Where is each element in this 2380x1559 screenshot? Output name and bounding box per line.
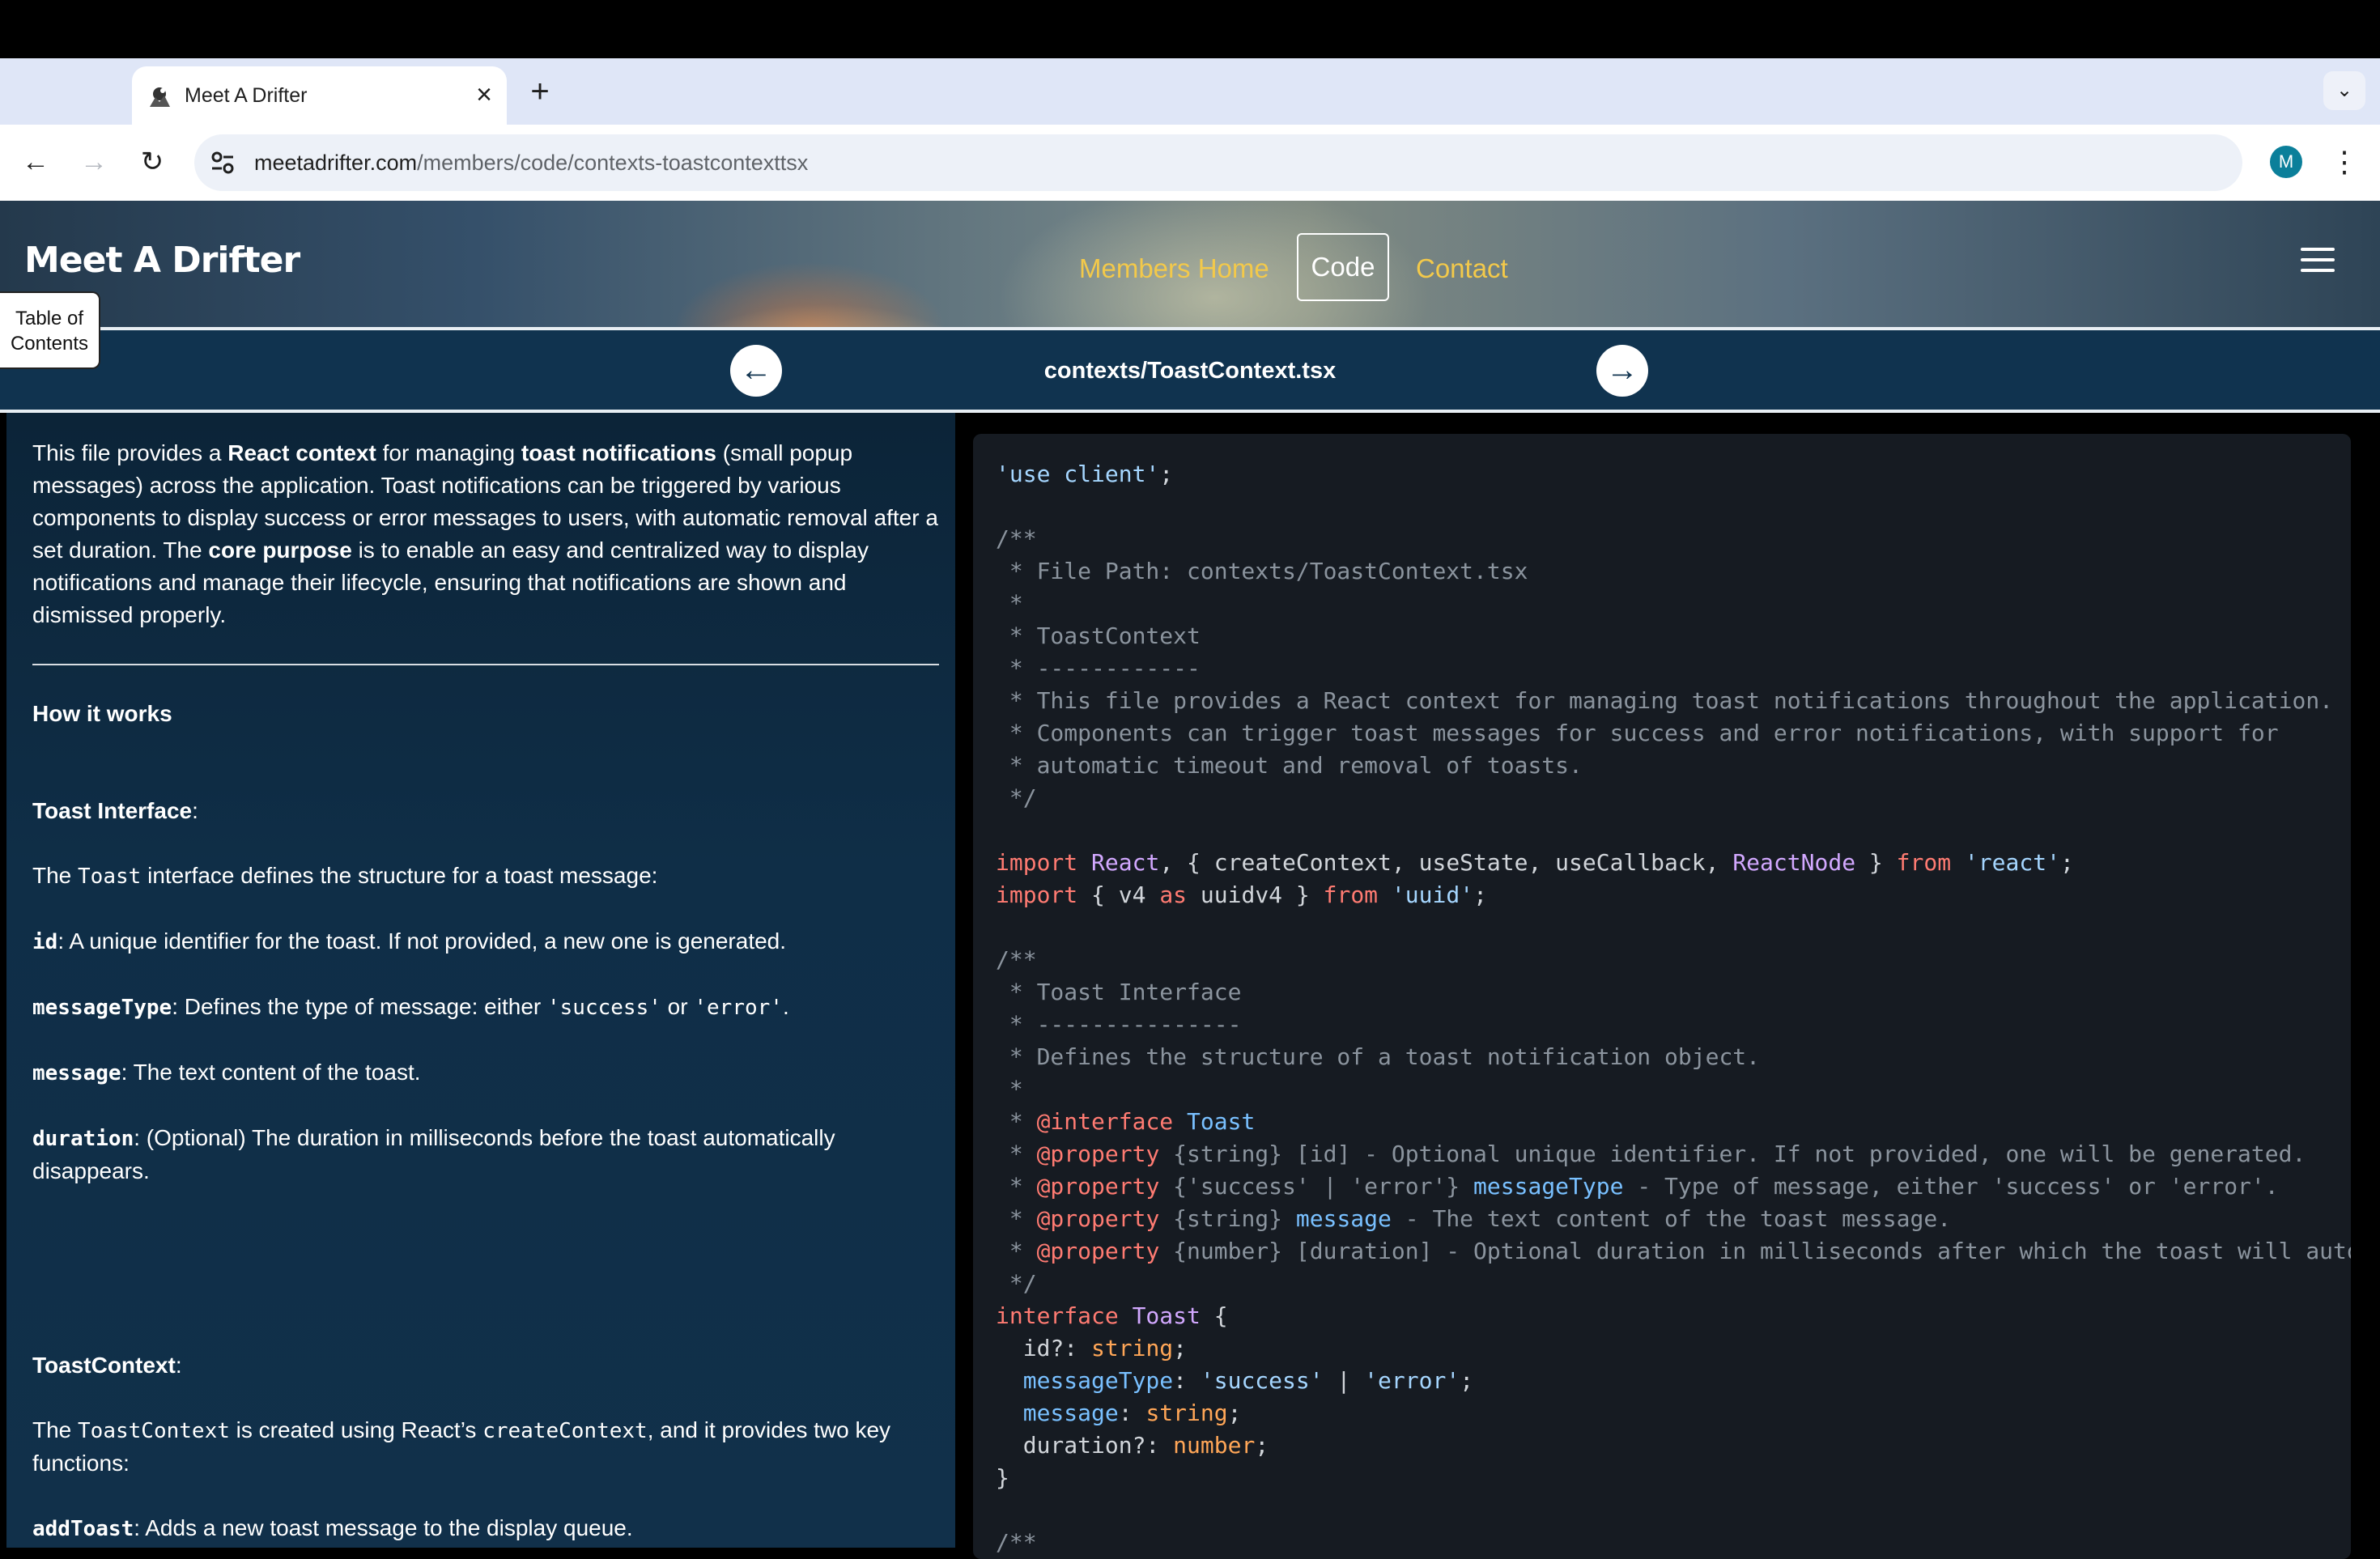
reload-icon[interactable]: ↻ <box>133 142 172 181</box>
toast-interface-desc: The Toast interface defines the structur… <box>32 863 658 889</box>
field-message: message: The text content of the toast. <box>32 1060 421 1085</box>
table-of-contents-button[interactable]: Table of Contents <box>0 291 100 369</box>
next-file-arrow-icon[interactable]: → <box>1596 345 1648 397</box>
field-duration: duration: (Optional) The duration in mil… <box>32 1125 835 1183</box>
toastcontext-desc: The ToastContext is created using React’… <box>32 1417 891 1476</box>
site-header: Meet A Drifter Members Home Code Contact <box>0 201 2380 330</box>
toast-interface-heading: Toast Interface: <box>32 798 198 823</box>
profile-avatar[interactable]: M <box>2270 146 2302 178</box>
nav-code[interactable]: Code <box>1297 233 1389 301</box>
function-addtoast: addToast: Adds a new toast message to th… <box>32 1515 633 1541</box>
tab-strip: Meet A Drifter × + ⌄ <box>0 58 2380 125</box>
field-id: id: A unique identifier for the toast. I… <box>32 928 787 954</box>
address-bar[interactable]: meetadrifter.com/members/code/contexts-t… <box>194 134 2242 191</box>
close-tab-icon[interactable]: × <box>468 79 500 111</box>
code-area: 'use client'; /** * File Path: contexts/… <box>958 413 2380 1559</box>
nav-members-home[interactable]: Members Home <box>1079 253 1269 285</box>
browser-toolbar: ← → ↻ meetadrifter.com/members/code/cont… <box>0 125 2380 202</box>
back-arrow-icon[interactable]: ← <box>16 142 55 181</box>
code-block[interactable]: 'use client'; /** * File Path: contexts/… <box>973 434 2351 1559</box>
site-logo[interactable]: Meet A Drifter <box>24 240 300 281</box>
how-it-works-heading: How it works <box>32 701 172 726</box>
site-favicon-icon <box>150 87 170 107</box>
code-content: 'use client'; /** * File Path: contexts/… <box>996 461 2351 1556</box>
field-messagetype: messageType: Defines the type of message… <box>32 994 789 1020</box>
previous-file-arrow-icon[interactable]: ← <box>730 345 782 397</box>
toastcontext-heading: ToastContext: <box>32 1353 182 1378</box>
forward-arrow-icon[interactable]: → <box>74 142 113 181</box>
section-divider <box>32 664 939 665</box>
url-text[interactable]: meetadrifter.com/members/code/contexts-t… <box>254 147 808 179</box>
browser-menu-icon[interactable]: ⋮ <box>2328 142 2361 181</box>
site-info-icon[interactable] <box>207 147 238 178</box>
file-title: contexts/ToastContext.tsx <box>1043 358 1337 384</box>
intro-paragraph: This file provides a React context for m… <box>32 440 938 627</box>
os-top-bar <box>0 0 2380 58</box>
explanation-panel[interactable]: This file provides a React context for m… <box>6 413 955 1548</box>
browser-tab[interactable]: Meet A Drifter × <box>132 66 507 125</box>
tab-title: Meet A Drifter <box>185 84 308 107</box>
new-tab-button[interactable]: + <box>523 74 557 108</box>
tab-search-chevron-icon[interactable]: ⌄ <box>2323 71 2365 110</box>
nav-contact[interactable]: Contact <box>1416 253 1508 285</box>
file-title-bar: ← contexts/ToastContext.tsx → <box>0 330 2380 413</box>
hamburger-menu-icon[interactable] <box>2301 248 2335 275</box>
